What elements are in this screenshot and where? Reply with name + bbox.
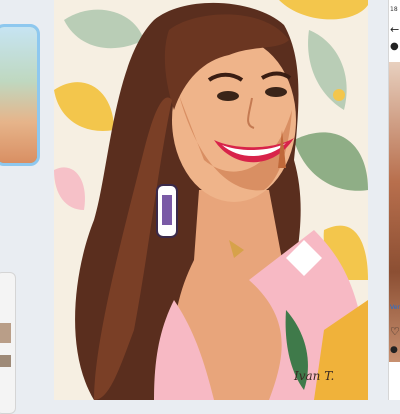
time-text: 18	[390, 6, 398, 13]
dot-decoration	[333, 89, 345, 101]
earring-pattern	[162, 195, 172, 225]
thumbnail-next-image[interactable]	[0, 272, 16, 414]
right-post-panel: 18 ← ● Ver ♡ ●	[388, 0, 400, 400]
arrow-left-icon[interactable]: ←	[390, 24, 399, 35]
eye-right	[265, 87, 287, 97]
thumbnail-scene	[0, 27, 37, 163]
heart-icon[interactable]: ♡	[390, 326, 400, 337]
left-thumbnail-rail	[0, 0, 50, 414]
thumbnail-previous-image[interactable]	[0, 24, 40, 166]
portrait-illustration: Ivan T.	[54, 0, 368, 400]
artist-signature: Ivan T.	[293, 369, 334, 383]
avatar[interactable]: ●	[390, 42, 399, 52]
see-more-link[interactable]: Ver	[390, 304, 400, 311]
post-image-fragment[interactable]	[389, 62, 400, 362]
thumbnail-mini-photo	[0, 323, 11, 343]
portrait-artwork[interactable]: Ivan T.	[54, 0, 368, 400]
thumbnail-mini-photo-2	[0, 355, 11, 367]
eye-left	[217, 91, 239, 101]
circle-icon: ●	[390, 345, 398, 355]
